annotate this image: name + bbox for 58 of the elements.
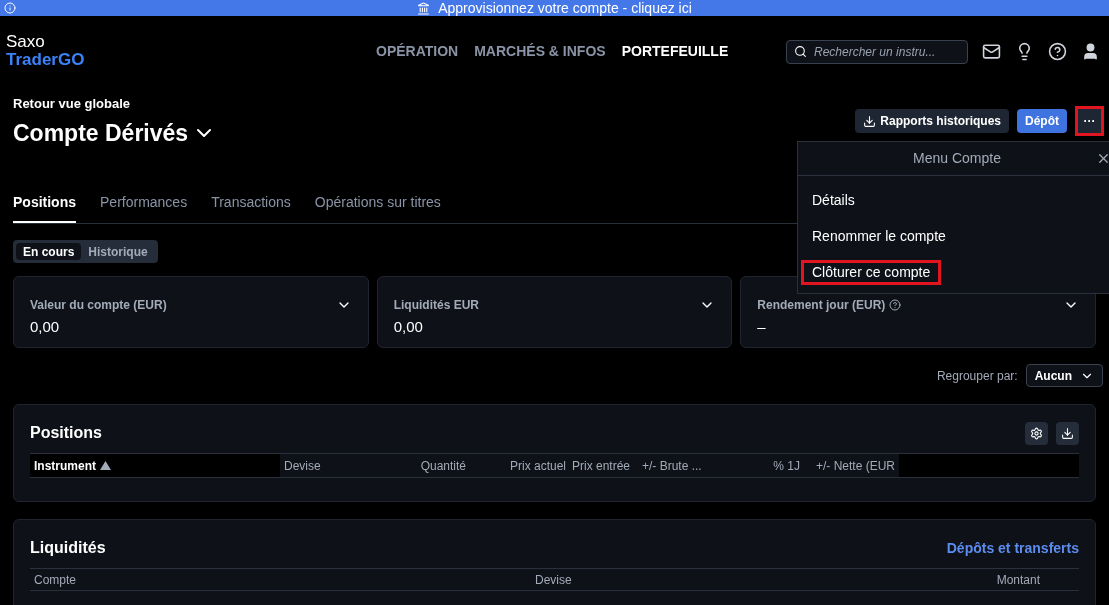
column-header[interactable]: Prix entrée <box>570 454 634 477</box>
close-icon[interactable] <box>1096 151 1109 166</box>
column-header[interactable]: +/- Nette (EUR <box>804 454 899 477</box>
download-icon <box>1061 426 1074 440</box>
column-header[interactable]: Compte <box>30 570 535 589</box>
card-label: Rendement jour (EUR) <box>757 297 886 314</box>
column-header[interactable]: % 1J <box>754 454 804 477</box>
more-button[interactable]: ··· <box>1075 106 1104 136</box>
menu-item[interactable]: Détails <box>801 188 866 213</box>
segment-button[interactable]: Historique <box>81 243 155 260</box>
banner[interactable]: Approvisionnez votre compte - cliquez ici <box>0 0 1109 16</box>
download-icon <box>863 114 877 128</box>
info-icon <box>4 2 16 14</box>
nav-tab[interactable]: OPÉRATION <box>376 40 459 62</box>
tab[interactable]: Opérations sur titres <box>314 192 441 223</box>
user-icon[interactable] <box>1081 41 1100 61</box>
tab[interactable]: Positions <box>13 192 76 223</box>
card-label: Valeur du compte (EUR) <box>30 297 167 314</box>
card-value: – <box>757 317 767 337</box>
mail-icon[interactable] <box>982 41 1001 61</box>
menu-item[interactable]: Renommer le compte <box>801 224 957 249</box>
settings-icon <box>1030 426 1043 440</box>
reports-button[interactable]: Rapports historiques <box>855 109 1009 133</box>
column-header[interactable]: +/- Brute ... <box>634 454 754 477</box>
segment-button[interactable]: En cours <box>16 243 82 260</box>
deposit-button[interactable]: Dépôt <box>1017 109 1067 133</box>
deposits-link[interactable]: Dépôts et transferts <box>946 537 1079 559</box>
menu-title: Menu Compte <box>913 149 1001 168</box>
nav-tab[interactable]: PORTEFEUILLE <box>621 40 729 62</box>
nav-tab[interactable]: MARCHÉS & INFOS <box>474 40 606 62</box>
panel-title: Positions <box>30 423 102 443</box>
group-by-label: Regrouper par: <box>936 367 1018 385</box>
banner-text: Approvisionnez votre compte - cliquez ici <box>438 1 692 15</box>
logo-top: Saxo <box>6 33 46 51</box>
card-value: 0,00 <box>393 317 424 337</box>
account-title: Compte Dérivés <box>13 118 189 148</box>
card-label: Liquidités EUR <box>393 297 479 314</box>
search-field[interactable]: Rechercher un instru... <box>786 40 968 64</box>
logo-bottom: TraderGO <box>6 51 86 69</box>
group-by-select[interactable]: Aucun <box>1025 364 1103 387</box>
panel-title: Liquidités <box>30 538 106 558</box>
sort-up-icon <box>100 461 111 470</box>
column-header[interactable]: Prix actuel <box>470 454 570 477</box>
settings-button[interactable] <box>1025 421 1048 445</box>
column-header[interactable]: Instrument <box>30 454 280 477</box>
info-icon[interactable] <box>889 299 902 311</box>
column-header[interactable]: Devise <box>535 570 735 589</box>
tab[interactable]: Performances <box>100 192 188 223</box>
column-header[interactable]: Quantité <box>400 454 470 477</box>
column-header[interactable]: Montant <box>735 570 1040 589</box>
tab[interactable]: Transactions <box>211 192 291 223</box>
menu-item[interactable]: Clôturer ce compte <box>801 260 942 285</box>
card-value: 0,00 <box>30 317 61 337</box>
help-icon[interactable] <box>1048 41 1067 61</box>
download-button[interactable] <box>1056 421 1079 445</box>
column-header[interactable]: Devise <box>280 454 400 477</box>
search-icon <box>794 45 807 58</box>
back-link[interactable]: Retour vue globale <box>13 94 217 114</box>
